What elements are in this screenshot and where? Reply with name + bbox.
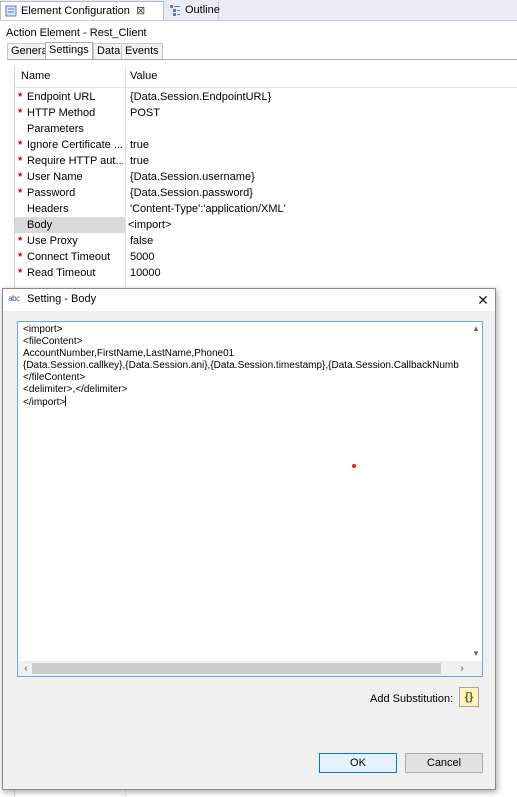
property-name-cell[interactable]: Headers <box>15 201 125 217</box>
property-name: Headers <box>27 203 69 215</box>
property-name: Connect Timeout <box>27 251 111 263</box>
property-name-cell[interactable]: * Endpoint URL <box>15 89 125 105</box>
property-name: Endpoint URL <box>27 91 96 103</box>
editor-line-last: </import> <box>23 396 67 408</box>
property-name: Ignore Certificate ... <box>27 139 123 151</box>
editor-line: <fileContent> <box>23 336 83 347</box>
property-name-cell[interactable]: * Use Proxy <box>15 233 125 249</box>
property-row[interactable]: * Require HTTP aut... true <box>15 153 517 169</box>
property-name: User Name <box>27 171 83 183</box>
text-setting-icon: abc <box>8 294 20 303</box>
property-name-cell[interactable]: * Connect Timeout <box>15 249 125 265</box>
property-name: Read Timeout <box>27 267 96 279</box>
property-row[interactable]: * User Name {Data.Session.username} <box>15 169 517 185</box>
scroll-right-arrow-icon[interactable]: › <box>456 662 468 675</box>
property-name: Use Proxy <box>27 235 78 247</box>
editor-line: AccountNumber,FirstName,LastName,Phone01 <box>23 348 235 359</box>
property-row[interactable]: Parameters <box>15 121 517 137</box>
property-name: Require HTTP aut... <box>27 155 123 167</box>
editor-line: {Data.Session.callkey},{Data.Session.ani… <box>23 360 459 371</box>
subtab-data[interactable]: Data <box>93 43 125 59</box>
close-icon[interactable]: ⊠ <box>136 2 145 20</box>
property-row[interactable]: Body <import> <box>15 217 517 233</box>
scroll-down-arrow-icon[interactable]: ▼ <box>470 648 482 660</box>
editor-line: <delimiter>,</delimiter> <box>23 384 128 395</box>
tab-element-configuration-label: Element Configuration <box>21 5 130 17</box>
property-table-header: Name Value <box>15 66 517 88</box>
cancel-button[interactable]: Cancel <box>405 753 483 773</box>
required-star-icon: * <box>18 155 23 167</box>
property-row[interactable]: Headers 'Content-Type':'application/XML' <box>15 201 517 217</box>
add-substitution-button[interactable]: {} <box>459 687 479 707</box>
tab-outline-label: Outline <box>185 4 220 16</box>
required-star-icon: * <box>18 171 23 183</box>
required-star-icon: * <box>18 139 23 151</box>
property-value[interactable]: false <box>130 233 153 249</box>
subtab-events[interactable]: Events <box>121 43 163 59</box>
property-value[interactable]: 10000 <box>130 265 161 281</box>
outline-icon <box>170 5 180 16</box>
property-row[interactable]: * Password {Data.Session.password} <box>15 185 517 201</box>
property-row[interactable]: * Use Proxy false <box>15 233 517 249</box>
text-caret <box>65 396 67 406</box>
property-name-cell[interactable]: * Password <box>15 185 125 201</box>
column-header-value[interactable]: Value <box>130 70 157 82</box>
editor-tab-strip: Element Configuration ⊠ Outline <box>0 0 517 21</box>
property-name: Body <box>27 219 53 231</box>
dialog-close-button[interactable]: ✕ <box>473 290 493 310</box>
panel-title: Action Element - Rest_Client <box>6 27 147 39</box>
horizontal-scroll-thumb[interactable] <box>32 663 441 674</box>
dialog-title: Setting - Body <box>27 293 97 305</box>
property-name-cell[interactable]: * HTTP Method <box>15 105 125 121</box>
property-name-cell[interactable]: * Require HTTP aut... <box>15 153 125 169</box>
scroll-left-arrow-icon[interactable]: ‹ <box>20 662 32 675</box>
subtab-divider <box>7 59 517 60</box>
horizontal-scrollbar[interactable]: ‹ › <box>18 661 482 676</box>
editor-line: <import> <box>23 324 63 335</box>
column-header-name[interactable]: Name <box>21 70 50 82</box>
required-star-icon: * <box>18 251 23 263</box>
property-value[interactable]: POST <box>130 105 160 121</box>
property-name-cell[interactable]: * Ignore Certificate ... <box>15 137 125 153</box>
required-star-icon: * <box>18 267 23 279</box>
required-star-icon: * <box>18 187 23 199</box>
property-value[interactable]: {Data.Session.username} <box>130 169 255 185</box>
property-value[interactable]: {Data.Session.EndpointURL} <box>130 89 271 105</box>
property-value[interactable]: true <box>130 137 149 153</box>
dialog-titlebar: abc Setting - Body ✕ <box>3 289 495 311</box>
add-substitution-label: Add Substitution: <box>370 693 454 705</box>
property-name-cell[interactable]: * User Name <box>15 169 125 185</box>
property-name-cell[interactable]: Parameters <box>15 121 125 137</box>
body-text-editor[interactable]: <import> <fileContent> AccountNumber,Fir… <box>17 321 483 677</box>
property-value[interactable]: 5000 <box>130 249 154 265</box>
property-row[interactable]: * Endpoint URL {Data.Session.EndpointURL} <box>15 89 517 105</box>
tab-outline[interactable]: Outline <box>165 1 220 20</box>
subtab-settings[interactable]: Settings <box>45 42 93 59</box>
required-star-icon: * <box>18 235 23 247</box>
property-name-cell[interactable]: * Read Timeout <box>15 265 125 281</box>
property-name: Parameters <box>27 123 84 135</box>
ok-button[interactable]: OK <box>319 753 397 773</box>
property-name-cell[interactable]: Body <box>15 217 125 233</box>
marker-dot <box>352 464 356 468</box>
property-row[interactable]: * HTTP Method POST <box>15 105 517 121</box>
required-star-icon: * <box>18 107 23 119</box>
property-value[interactable]: {Data.Session.password} <box>130 185 253 201</box>
property-row[interactable]: * Connect Timeout 5000 <box>15 249 517 265</box>
scroll-up-arrow-icon[interactable]: ▲ <box>470 323 482 335</box>
property-value[interactable]: true <box>130 153 149 169</box>
required-star-icon: * <box>18 91 23 103</box>
property-row[interactable]: * Read Timeout 10000 <box>15 265 517 281</box>
property-name: Password <box>27 187 76 199</box>
editor-line-text: </import> <box>23 397 66 408</box>
editor-line: </fileContent> <box>23 372 86 383</box>
property-value[interactable]: 'Content-Type':'application/XML' <box>130 201 286 217</box>
element-config-icon <box>5 5 17 17</box>
tab-element-configuration[interactable]: Element Configuration ⊠ <box>0 1 164 20</box>
setting-body-dialog: abc Setting - Body ✕ <import> <fileConte… <box>2 288 496 790</box>
property-row[interactable]: * Ignore Certificate ... true <box>15 137 517 153</box>
property-name: HTTP Method <box>27 107 96 119</box>
property-value[interactable]: <import> <box>128 217 171 233</box>
